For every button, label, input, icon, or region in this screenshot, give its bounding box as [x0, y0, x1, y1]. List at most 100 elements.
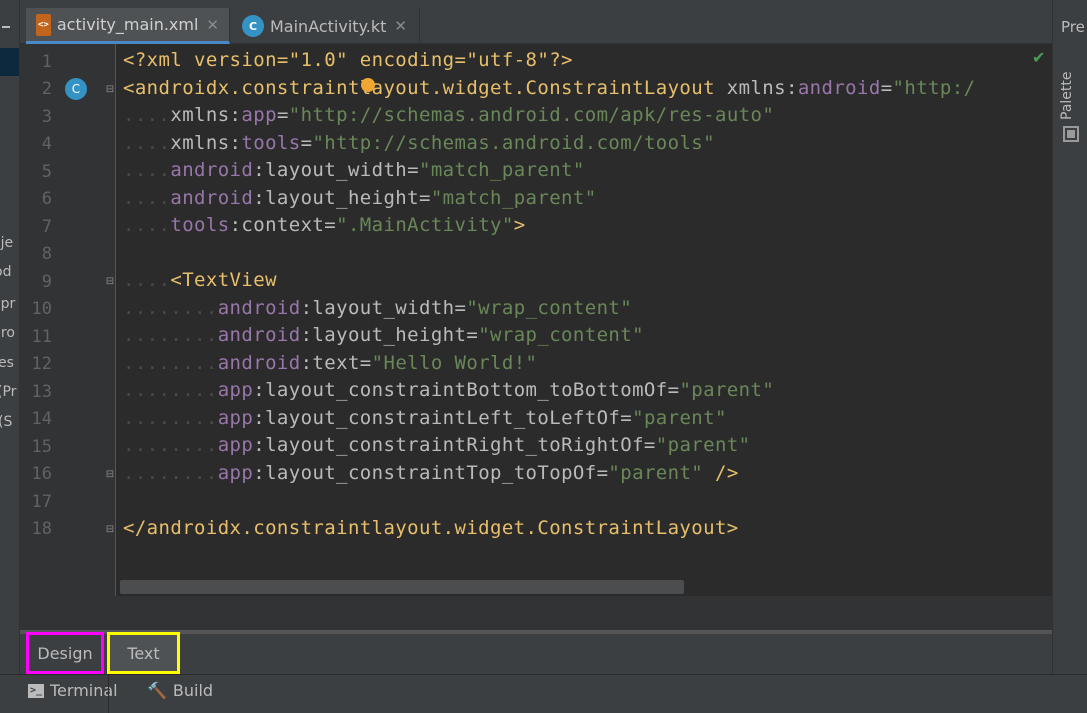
code-line: ........app:layout_constraintLeft_toLeft…	[123, 407, 727, 429]
code-line: ....android:layout_width="match_parent"	[123, 159, 585, 181]
preview-tab-label[interactable]: Pre	[1061, 18, 1085, 36]
project-fragment[interactable]: pro	[0, 325, 15, 341]
code-line: ....xmlns:app="http://schemas.android.co…	[123, 104, 775, 126]
xml-namespace: app	[217, 379, 254, 401]
xml-namespace: app	[217, 462, 254, 484]
project-fragment[interactable]: oje	[0, 235, 13, 251]
terminal-button[interactable]: >_ Terminal	[28, 681, 118, 700]
xml-string: "http://schemas.android.com/apk/res-auto…	[288, 104, 775, 126]
line-number: 18	[31, 519, 52, 539]
xml-namespace: android	[217, 297, 301, 319]
line-number: 10	[31, 299, 52, 319]
xml-attribute: xmlns:	[714, 77, 798, 99]
xml-string: "match_parent"	[430, 187, 597, 209]
code-line: ........app:layout_constraintTop_toTopOf…	[123, 462, 739, 484]
palette-tab[interactable]: Palette	[1059, 72, 1075, 121]
xml-tag: >	[513, 214, 526, 236]
project-fragment[interactable]: es	[0, 355, 14, 371]
xml-tag: />	[703, 462, 739, 484]
tab-label: activity_main.xml	[56, 15, 199, 34]
terminal-icon: >_	[28, 683, 44, 698]
xml-namespace: android	[217, 324, 301, 346]
code-editor[interactable]: <?xml version="1.0" encoding="utf-8"?> <…	[117, 44, 1052, 596]
project-panel-edge: j oje od apr pro es (Pr (S	[0, 0, 20, 713]
fold-open-icon[interactable]: ⊟	[104, 83, 116, 97]
tab-main-activity-kt[interactable]: C MainActivity.kt ✕	[232, 8, 420, 44]
divider	[108, 674, 109, 713]
xml-tag: </androidx.constraintlayout.widget.Const…	[123, 517, 739, 539]
horizontal-scrollbar[interactable]	[120, 580, 684, 594]
xml-string: ".MainActivity"	[336, 214, 514, 236]
xml-attribute: :layout_width=	[300, 297, 467, 319]
xml-string: "parent"	[679, 379, 775, 401]
xml-attribute: xmlns:	[170, 104, 242, 126]
tab-activity-main-xml[interactable]: <> activity_main.xml ✕	[26, 8, 230, 44]
tab-design-label: Design	[37, 643, 93, 663]
xml-string: "parent"	[608, 462, 704, 484]
xml-namespace: tools	[170, 214, 230, 236]
xml-namespace: tools	[241, 132, 301, 154]
kotlin-class-icon: C	[242, 15, 264, 37]
xml-string: "wrap_content"	[478, 324, 644, 346]
xml-string: "Hello World!"	[371, 352, 538, 374]
xml-attribute: :layout_constraintTop_toTopOf=	[253, 462, 609, 484]
selected-project-item[interactable]	[0, 48, 19, 76]
palette-icon[interactable]	[1063, 126, 1079, 142]
tab-design[interactable]: Design	[26, 632, 104, 674]
xml-declaration: <?xml version="1.0" encoding="utf-8"?>	[123, 49, 573, 71]
project-fragment[interactable]: apr	[0, 296, 15, 312]
line-number: 16	[31, 464, 52, 484]
close-icon[interactable]: ✕	[206, 16, 219, 34]
close-icon[interactable]: ✕	[394, 17, 407, 35]
xml-attribute: :layout_height=	[300, 324, 479, 346]
editor-gutter[interactable]: 1 2 3 4 5 6 7 8 9 10 11 12 13 14 15 16 1…	[20, 44, 116, 596]
code-line: ........app:layout_constraintBottom_toBo…	[123, 379, 775, 401]
xml-attribute: :layout_constraintRight_toRightOf=	[253, 434, 656, 456]
line-number: 3	[41, 107, 52, 127]
xml-namespace: android	[170, 159, 254, 181]
xml-string: "http://schemas.android.com/tools"	[312, 132, 715, 154]
xml-attribute: :layout_constraintLeft_toLeftOf=	[253, 407, 633, 429]
xml-string: "parent"	[655, 434, 751, 456]
inspection-ok-icon[interactable]: ✔	[1032, 48, 1045, 67]
project-fragment[interactable]: j	[0, 145, 1, 161]
code-line: ........android:layout_height="wrap_cont…	[123, 324, 644, 346]
xml-tag: <androidx.constraintlayout.widget.Constr…	[123, 77, 715, 99]
xml-attribute: :context=	[229, 214, 337, 236]
class-marker-icon[interactable]: C	[65, 78, 87, 100]
xml-attribute: :layout_constraintBottom_toBottomOf=	[253, 379, 680, 401]
tool-window-bar: >_ Terminal 🔨 Build	[0, 674, 1087, 713]
xml-string: "match_parent"	[418, 159, 585, 181]
project-fragment[interactable]: od	[0, 264, 11, 280]
xml-attribute: :layout_height=	[253, 187, 431, 209]
fold-open-icon[interactable]: ⊟	[104, 275, 116, 289]
line-number: 7	[41, 217, 52, 237]
xml-namespace: app	[217, 434, 254, 456]
fold-close-icon[interactable]: ⊟	[104, 468, 116, 482]
code-line: ....<TextView	[123, 269, 277, 291]
project-fragment[interactable]: (Pr	[0, 384, 16, 400]
xml-attribute: :text=	[300, 352, 372, 374]
line-number: 17	[31, 492, 52, 512]
line-number: 2	[41, 79, 52, 99]
xml-attribute: xmlns:	[170, 132, 242, 154]
xml-namespace: android	[797, 77, 881, 99]
line-number: 1	[41, 52, 52, 72]
code-line: ........android:layout_width="wrap_conte…	[123, 297, 633, 319]
editor-bottom-band	[20, 596, 1052, 630]
tab-text[interactable]: Text	[107, 632, 180, 674]
xml-namespace: app	[241, 104, 277, 126]
xml-string: "wrap_content"	[466, 297, 633, 319]
line-number: 6	[41, 189, 52, 209]
line-number: 4	[41, 134, 52, 154]
xml-namespace: android	[170, 187, 254, 209]
intention-bulb-icon[interactable]	[361, 78, 375, 92]
xml-string: "http:/	[892, 77, 976, 99]
build-button[interactable]: 🔨 Build	[147, 681, 213, 700]
line-number: 14	[31, 409, 52, 429]
fold-close-icon[interactable]: ⊟	[104, 523, 116, 537]
tab-text-label: Text	[127, 643, 160, 663]
editor-tab-bar: <> activity_main.xml ✕ C MainActivity.kt…	[20, 0, 1052, 44]
project-fragment[interactable]: (S	[0, 414, 12, 430]
build-label: Build	[172, 681, 214, 700]
